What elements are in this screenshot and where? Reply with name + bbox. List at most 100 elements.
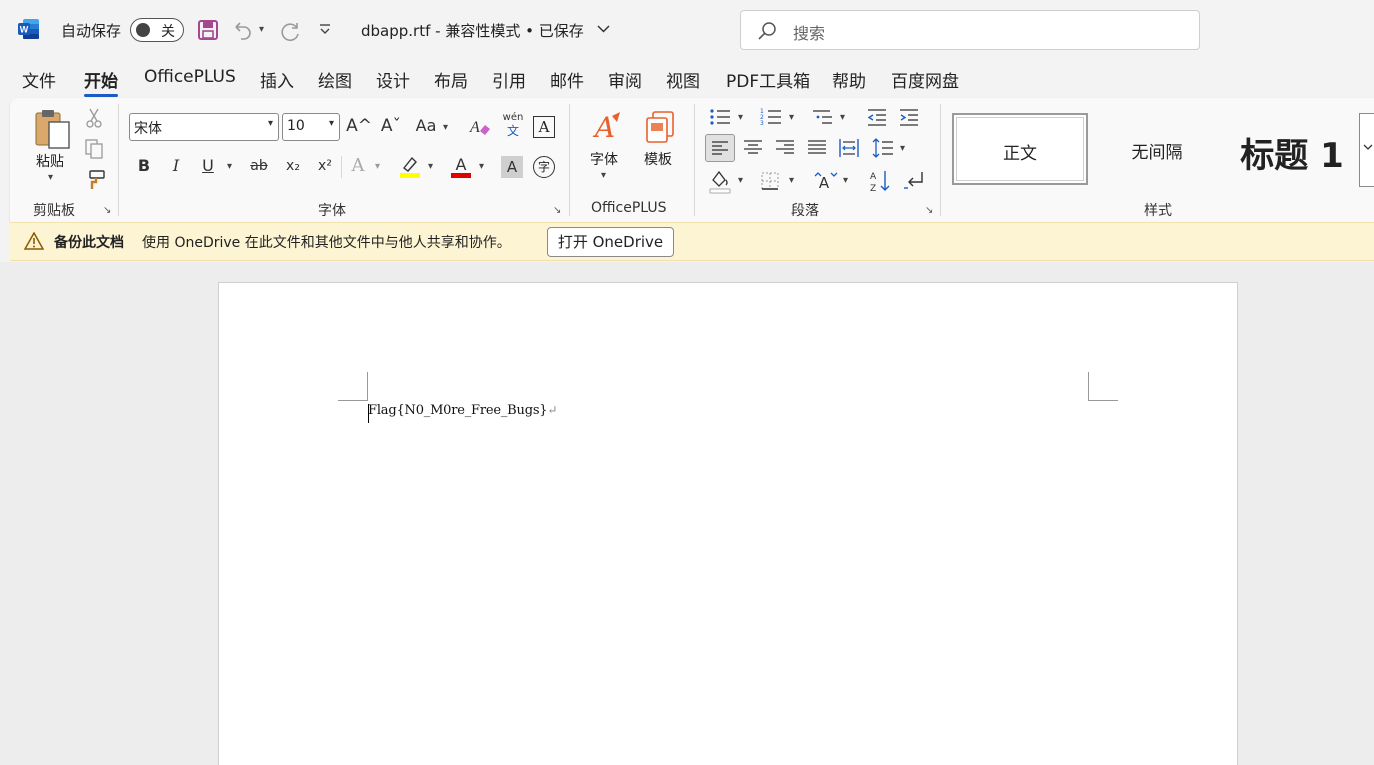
bullets-icon[interactable] <box>708 106 732 128</box>
increase-indent-icon[interactable] <box>898 106 920 128</box>
underline-button[interactable]: U <box>195 154 221 178</box>
line-spacing-icon[interactable] <box>871 136 895 160</box>
style-normal[interactable]: 正文 <box>952 113 1088 185</box>
tab-file[interactable]: 文件 <box>22 67 56 92</box>
clipboard-launcher-icon[interactable]: ↘ <box>103 205 111 216</box>
text-effects-dropdown-icon[interactable]: ▾ <box>375 161 380 172</box>
tab-review[interactable]: 审阅 <box>608 67 642 92</box>
sort-icon[interactable]: A Z <box>868 168 892 194</box>
undo-icon[interactable] <box>230 18 254 42</box>
numbering-icon[interactable]: 1 2 3 <box>759 106 783 128</box>
subscript-button[interactable]: x₂ <box>280 154 306 178</box>
tab-design[interactable]: 设计 <box>376 67 410 92</box>
group-separator <box>569 104 570 216</box>
borders-dropdown-icon[interactable]: ▾ <box>789 175 794 186</box>
undo-dropdown-icon[interactable]: ▾ <box>259 24 264 35</box>
cut-icon[interactable] <box>84 107 104 129</box>
document-title[interactable]: dbapp.rtf - 兼容性模式 • 已保存 <box>361 20 584 41</box>
highlight-icon[interactable] <box>398 154 422 180</box>
document-page[interactable] <box>218 282 1238 765</box>
tab-baidu-netdisk[interactable]: 百度网盘 <box>891 67 959 92</box>
enclose-characters-icon[interactable]: 字 <box>533 156 555 178</box>
styles-scroll-up-icon[interactable] <box>1359 113 1374 187</box>
title-chevron-down-icon[interactable] <box>597 24 610 34</box>
tab-pdf-toolbox[interactable]: PDF工具箱 <box>726 67 810 92</box>
align-right-icon[interactable] <box>773 136 797 160</box>
word-app-icon[interactable]: W <box>18 18 40 40</box>
officeplus-font-dropdown-icon[interactable]: ▾ <box>601 170 606 181</box>
tab-draw[interactable]: 绘图 <box>318 67 352 92</box>
message-bar-title: 备份此文档 <box>54 235 124 251</box>
redo-icon[interactable] <box>279 18 303 42</box>
search-placeholder: 搜索 <box>793 24 826 43</box>
document-paragraph[interactable]: Flag{N0_M0re_Free_Bugs}↵ <box>368 403 557 418</box>
save-icon[interactable] <box>197 19 219 41</box>
borders-icon[interactable] <box>759 170 783 192</box>
font-name-combo[interactable]: 宋体 ▾ <box>129 113 279 141</box>
autosave-label: 自动保存 <box>61 22 122 40</box>
style-no-spacing[interactable]: 无间隔 <box>1090 113 1222 185</box>
numbering-dropdown-icon[interactable]: ▾ <box>789 112 794 123</box>
paste-label[interactable]: 粘贴 <box>36 151 64 171</box>
grow-font-icon[interactable]: A^ <box>346 114 372 138</box>
chinese-layout-icon[interactable]: A <box>813 170 839 192</box>
font-launcher-icon[interactable]: ↘ <box>553 205 561 216</box>
change-case-dropdown-icon[interactable]: ▾ <box>443 122 448 133</box>
tab-layout[interactable]: 布局 <box>434 67 468 92</box>
bold-button[interactable]: B <box>131 154 157 178</box>
phonetic-guide-icon[interactable]: wén 文 <box>500 112 526 138</box>
chevron-down-icon: ▾ <box>267 118 273 129</box>
officeplus-template-icon[interactable] <box>643 110 677 144</box>
officeplus-template-label[interactable]: 模板 <box>644 149 672 169</box>
character-border-icon[interactable]: A <box>533 116 555 138</box>
tab-references[interactable]: 引用 <box>492 67 526 92</box>
tab-help[interactable]: 帮助 <box>832 67 866 92</box>
multilevel-list-icon[interactable] <box>810 106 834 128</box>
clear-formatting-icon[interactable]: A <box>468 115 492 139</box>
text-effects-button[interactable]: A <box>345 154 371 178</box>
style-heading-1[interactable]: 标题 1 <box>1224 113 1358 185</box>
shading-icon[interactable] <box>708 168 732 194</box>
strikethrough-button[interactable]: ab <box>246 154 272 178</box>
justify-icon[interactable] <box>805 136 829 160</box>
open-onedrive-button[interactable]: 打开 OneDrive <box>547 227 674 257</box>
paragraph-launcher-icon[interactable]: ↘ <box>925 205 933 216</box>
tab-mailings[interactable]: 邮件 <box>550 67 584 92</box>
highlight-dropdown-icon[interactable]: ▾ <box>428 161 433 172</box>
phonetic-top: wén <box>502 112 524 123</box>
shrink-font-icon[interactable]: Aˇ <box>378 114 404 138</box>
tab-insert[interactable]: 插入 <box>260 67 294 92</box>
shading-dropdown-icon[interactable]: ▾ <box>738 175 743 186</box>
font-size-combo[interactable]: 10 ▾ <box>282 113 340 141</box>
character-shading-icon[interactable]: A <box>501 156 523 178</box>
tab-officeplus[interactable]: OfficePLUS <box>144 67 236 87</box>
change-case-icon[interactable]: Aa <box>412 114 440 138</box>
decrease-indent-icon[interactable] <box>866 106 888 128</box>
underline-dropdown-icon[interactable]: ▾ <box>227 161 232 172</box>
distributed-icon[interactable] <box>837 136 861 160</box>
document-text[interactable]: Flag{N0_M0re_Free_Bugs} <box>368 403 548 418</box>
italic-button[interactable]: I <box>163 154 189 178</box>
autosave-toggle[interactable]: 关 <box>130 18 184 42</box>
clipboard-group-label: 剪贴板 <box>33 203 75 219</box>
multilevel-dropdown-icon[interactable]: ▾ <box>840 112 845 123</box>
align-left-button[interactable] <box>705 134 735 162</box>
align-center-icon[interactable] <box>741 136 765 160</box>
font-color-dropdown-icon[interactable]: ▾ <box>479 161 484 172</box>
show-paragraph-marks-icon[interactable] <box>902 168 928 194</box>
paste-icon[interactable] <box>33 108 73 150</box>
superscript-button[interactable]: x² <box>312 154 338 178</box>
search-box[interactable]: 搜索 <box>740 10 1200 50</box>
customize-qat-icon[interactable] <box>318 22 332 36</box>
officeplus-font-label[interactable]: 字体 <box>590 149 618 169</box>
paste-dropdown-icon[interactable]: ▾ <box>48 172 53 183</box>
tab-view[interactable]: 视图 <box>666 67 700 92</box>
copy-icon[interactable] <box>84 138 104 160</box>
font-color-icon[interactable]: A <box>449 154 473 180</box>
chinese-layout-dropdown-icon[interactable]: ▾ <box>843 175 848 186</box>
line-spacing-dropdown-icon[interactable]: ▾ <box>900 143 905 154</box>
officeplus-font-icon[interactable]: A <box>590 110 624 144</box>
format-painter-icon[interactable] <box>84 169 106 191</box>
tab-home[interactable]: 开始 <box>84 67 118 92</box>
bullets-dropdown-icon[interactable]: ▾ <box>738 112 743 123</box>
